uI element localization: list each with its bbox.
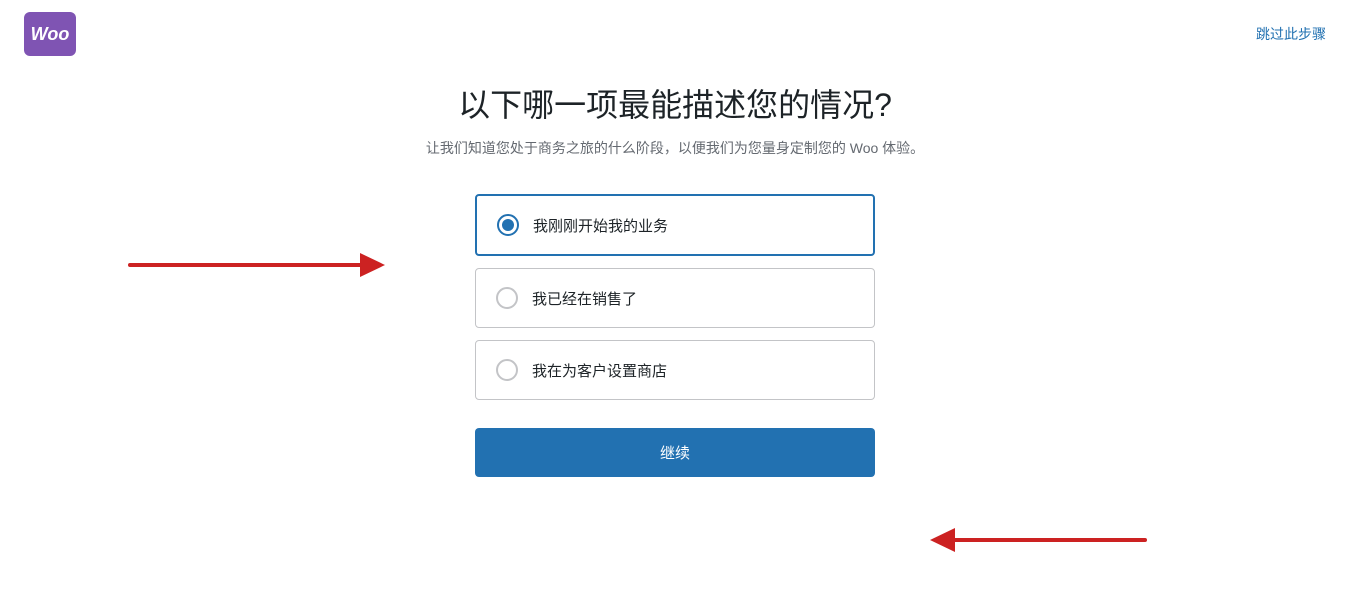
option-card-1[interactable]: 我刚刚开始我的业务: [475, 194, 875, 256]
option-label-1: 我刚刚开始我的业务: [533, 215, 668, 236]
main-content: 以下哪一项最能描述您的情况? 让我们知道您处于商务之旅的什么阶段，以便我们为您量…: [0, 0, 1350, 477]
option-label-3: 我在为客户设置商店: [532, 360, 667, 381]
options-container: 我刚刚开始我的业务 我已经在销售了 我在为客户设置商店 继续: [475, 194, 875, 477]
radio-option-1: [497, 214, 519, 236]
radio-option-3: [496, 359, 518, 381]
radio-option-2: [496, 287, 518, 309]
option-label-2: 我已经在销售了: [532, 288, 637, 309]
page-title: 以下哪一项最能描述您的情况?: [458, 80, 892, 126]
continue-button[interactable]: 继续: [475, 428, 875, 477]
arrow-right-icon: [915, 510, 1155, 570]
radio-inner-1: [502, 219, 514, 231]
option-card-3[interactable]: 我在为客户设置商店: [475, 340, 875, 400]
page-subtitle: 让我们知道您处于商务之旅的什么阶段，以便我们为您量身定制您的 Woo 体验。: [426, 138, 924, 158]
option-card-2[interactable]: 我已经在销售了: [475, 268, 875, 328]
